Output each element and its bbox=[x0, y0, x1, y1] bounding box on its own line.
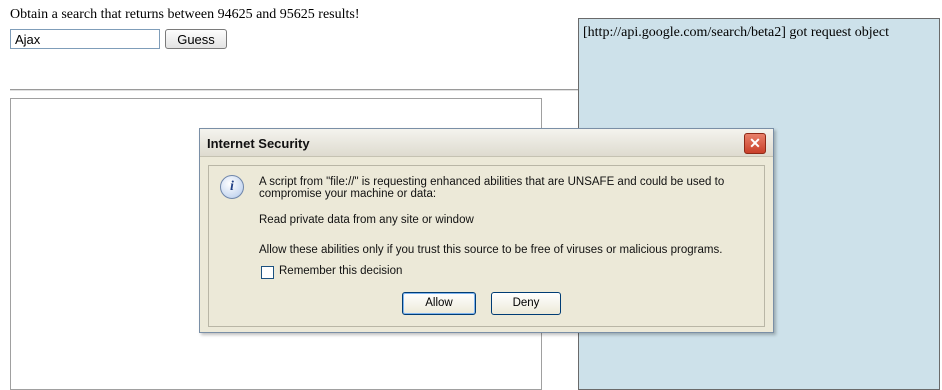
info-icon: i bbox=[220, 175, 244, 199]
dialog-titlebar: Internet Security ✕ bbox=[200, 129, 773, 157]
prompt-text: Obtain a search that returns between 946… bbox=[10, 7, 360, 22]
remember-checkbox[interactable] bbox=[261, 266, 274, 279]
guess-button[interactable]: Guess bbox=[165, 29, 227, 49]
dialog-advice: Allow these abilities only if you trust … bbox=[259, 244, 723, 256]
remember-label[interactable]: Remember this decision bbox=[279, 265, 402, 277]
allow-button[interactable]: Allow bbox=[402, 292, 476, 315]
dialog-message: A script from "file://" is requesting en… bbox=[259, 176, 725, 200]
dialog-ability: Read private data from any site or windo… bbox=[259, 214, 474, 226]
dialog-content: i A script from "file://" is requesting … bbox=[208, 165, 765, 327]
search-input[interactable] bbox=[10, 29, 160, 49]
dialog-title: Internet Security bbox=[207, 136, 310, 151]
close-icon[interactable]: ✕ bbox=[744, 133, 766, 154]
log-text: [http://api.google.com/search/beta2] got… bbox=[583, 25, 889, 40]
deny-button[interactable]: Deny bbox=[491, 292, 561, 315]
internet-security-dialog: Internet Security ✕ i A script from "fil… bbox=[199, 128, 774, 333]
horizontal-rule bbox=[10, 89, 580, 91]
